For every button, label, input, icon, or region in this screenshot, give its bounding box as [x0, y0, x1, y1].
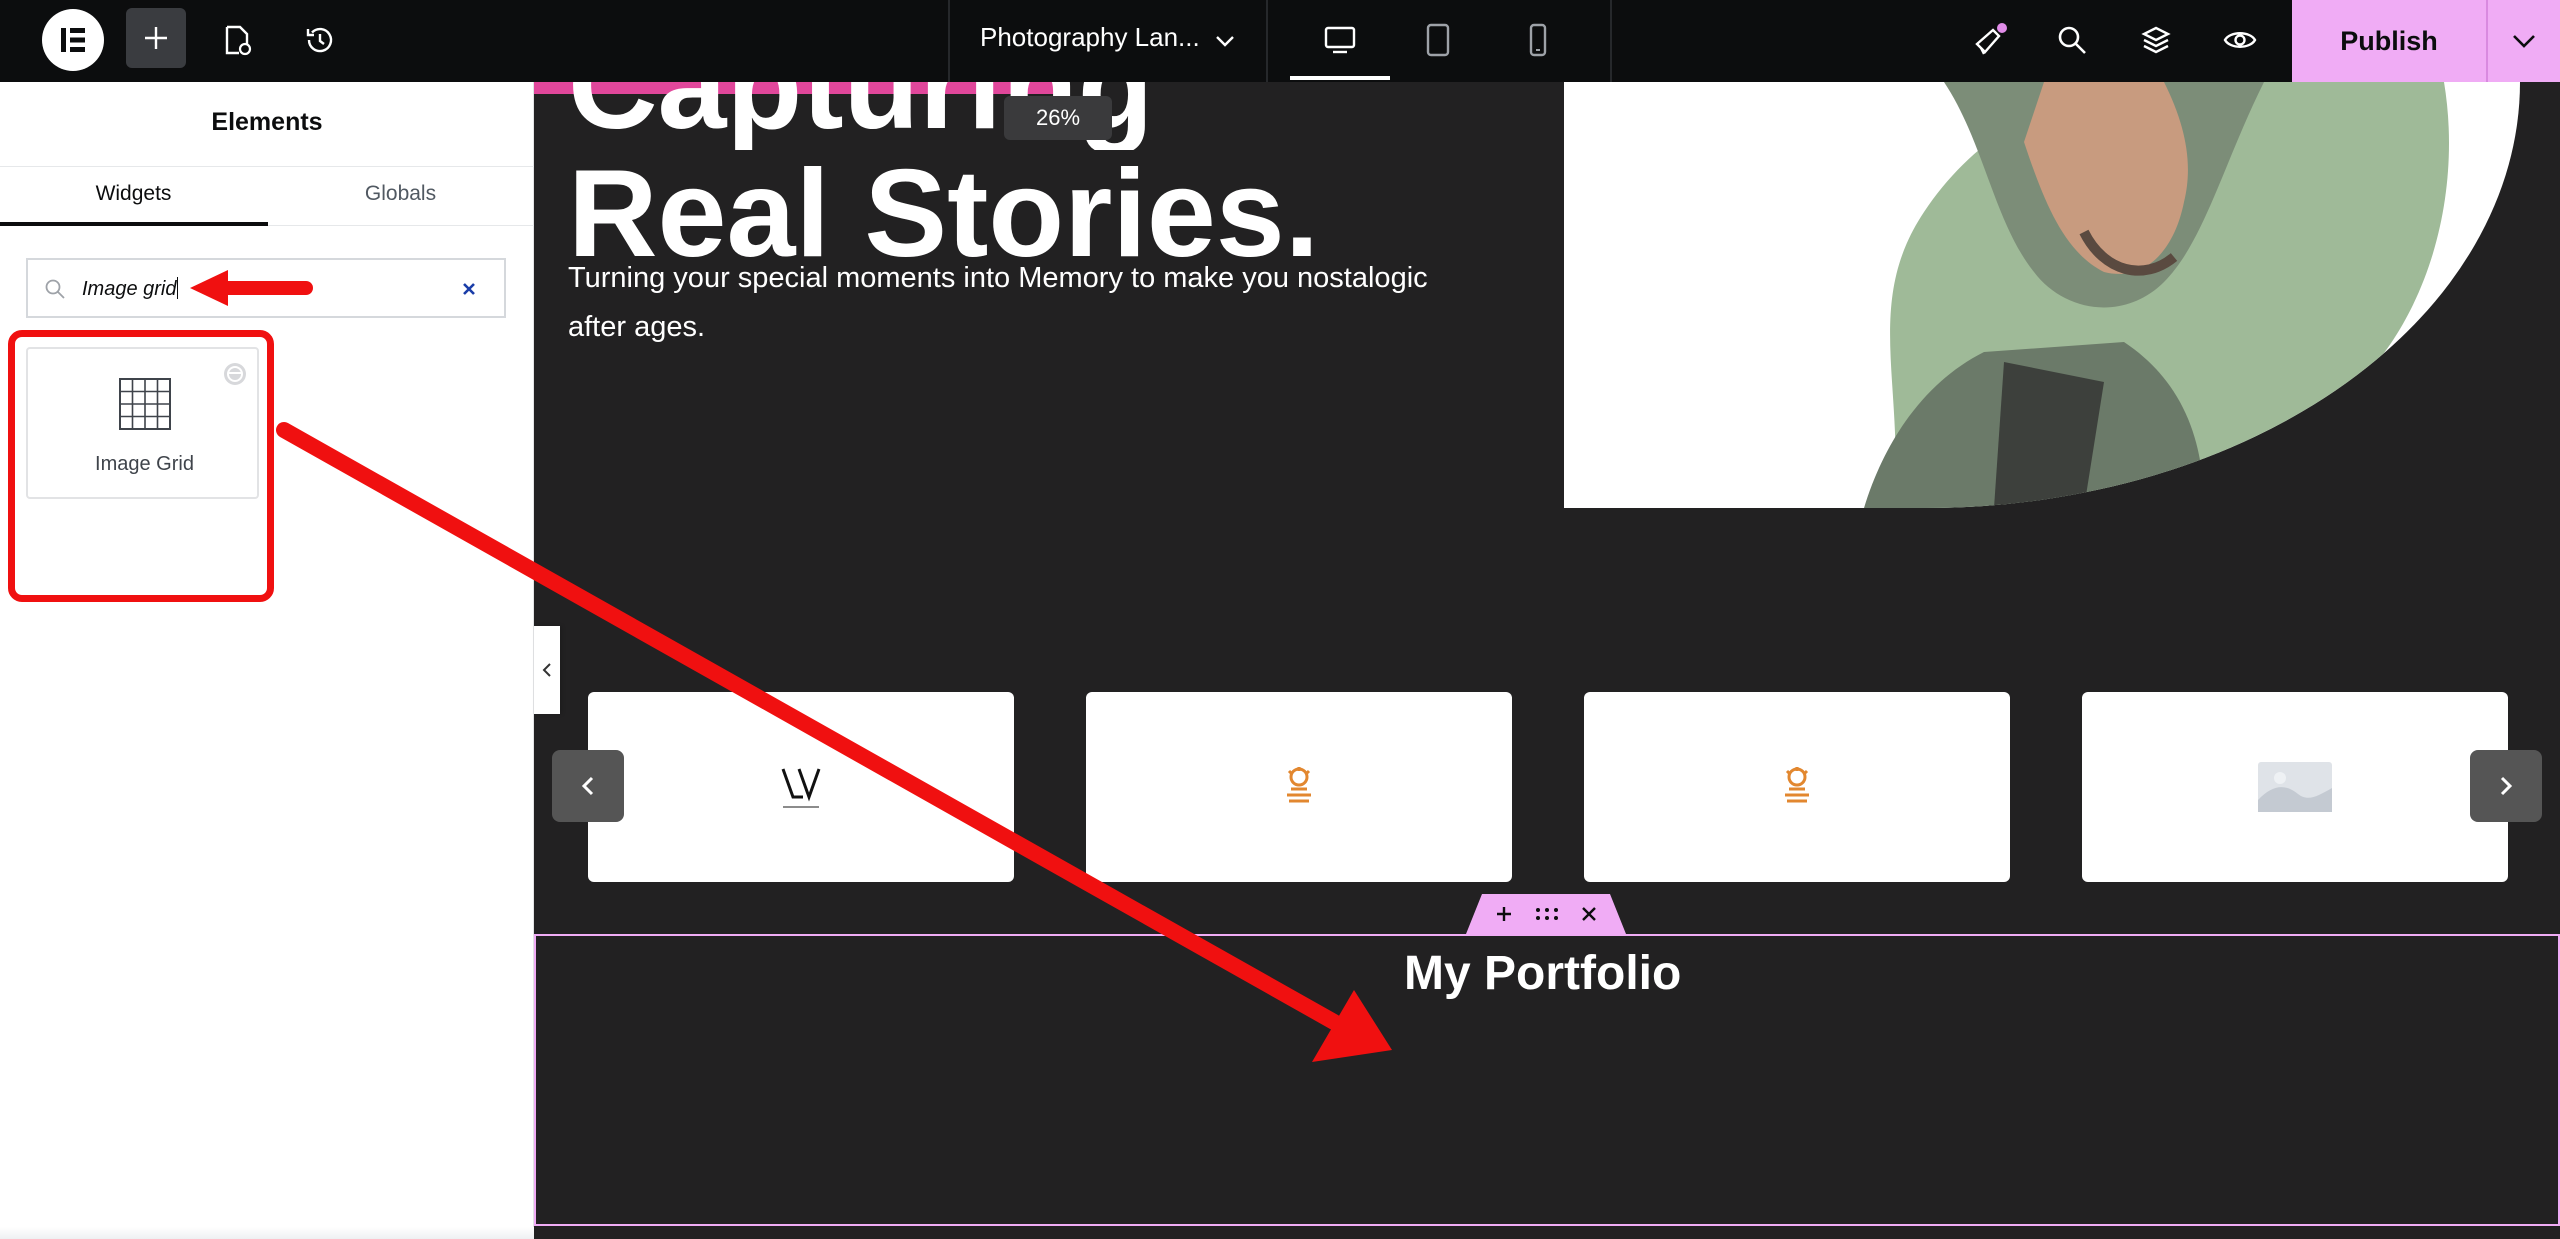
- chevron-left-icon: [581, 776, 594, 796]
- logo-card: [1584, 692, 2010, 882]
- active-tab-indicator: [0, 222, 268, 226]
- top-bar: Photography Lan... Publish: [0, 0, 2560, 82]
- logo-card: [588, 692, 1014, 882]
- announcements-icon[interactable]: [1966, 16, 2014, 64]
- move-icon[interactable]: [1535, 906, 1559, 922]
- hero-subtitle: Turning your special moments into Memory…: [568, 262, 1428, 343]
- publish-button[interactable]: Publish: [2292, 0, 2486, 82]
- active-device-indicator: [1290, 76, 1390, 80]
- carousel-prev-button[interactable]: [552, 750, 624, 822]
- search-icon[interactable]: [2050, 18, 2094, 62]
- page-settings-icon[interactable]: [216, 18, 260, 62]
- search-value: Image grid: [82, 278, 177, 300]
- panel-title: Elements: [211, 108, 323, 136]
- publish-options-button[interactable]: [2488, 0, 2560, 82]
- hero-title: Capturing Real Stories.: [568, 82, 1319, 278]
- hero-title-line-top: Capturing: [568, 82, 1319, 150]
- zoom-level: 26%: [1004, 96, 1112, 140]
- carousel-next-button[interactable]: [2470, 750, 2542, 822]
- image-placeholder-icon: [2258, 762, 2332, 812]
- tablet-icon[interactable]: [1416, 18, 1460, 62]
- logo-card: [2082, 692, 2508, 882]
- chevron-right-icon: [2500, 776, 2513, 796]
- elements-panel: Elements Widgets Globals Image grid Imag…: [0, 82, 534, 1239]
- close-icon[interactable]: [1581, 906, 1597, 922]
- divider: [1610, 0, 1612, 82]
- hero-image: [1564, 82, 2520, 508]
- collapse-panel-button[interactable]: [534, 626, 560, 714]
- layers-icon[interactable]: [2134, 18, 2178, 62]
- history-icon[interactable]: [298, 18, 342, 62]
- clear-icon[interactable]: [460, 280, 478, 298]
- chevron-down-icon[interactable]: [1210, 26, 1240, 56]
- chevron-down-icon: [2513, 35, 2535, 48]
- divider: [0, 166, 534, 167]
- chevron-left-icon: [542, 663, 551, 677]
- page-canvas: Capturing Real Stories. Turning your spe…: [534, 82, 2560, 1239]
- logo-card: [1086, 692, 1512, 882]
- section-heading: My Portfolio: [1404, 947, 1682, 1000]
- document-title[interactable]: Photography Lan...: [980, 22, 1200, 53]
- lv-logo-icon: [781, 768, 821, 808]
- panel-footer-shadow: [0, 1227, 534, 1239]
- elementor-logo-icon[interactable]: [42, 9, 104, 71]
- divider: [948, 0, 950, 82]
- search-input[interactable]: Image grid: [26, 258, 506, 318]
- tab-widgets[interactable]: Widgets: [0, 182, 267, 206]
- eye-icon[interactable]: [2218, 18, 2262, 62]
- brand-logo-icon: [1287, 767, 1311, 803]
- highlight-frame: [8, 330, 274, 602]
- section-handle[interactable]: [1466, 894, 1626, 934]
- tab-globals[interactable]: Globals: [267, 182, 534, 206]
- search-icon: [45, 279, 65, 299]
- desktop-icon[interactable]: [1316, 18, 1364, 62]
- mobile-icon[interactable]: [1516, 18, 1560, 62]
- add-element-button[interactable]: [126, 8, 186, 68]
- brand-logo-icon: [1785, 767, 1809, 803]
- divider: [1266, 0, 1268, 82]
- plus-icon[interactable]: [1495, 905, 1513, 923]
